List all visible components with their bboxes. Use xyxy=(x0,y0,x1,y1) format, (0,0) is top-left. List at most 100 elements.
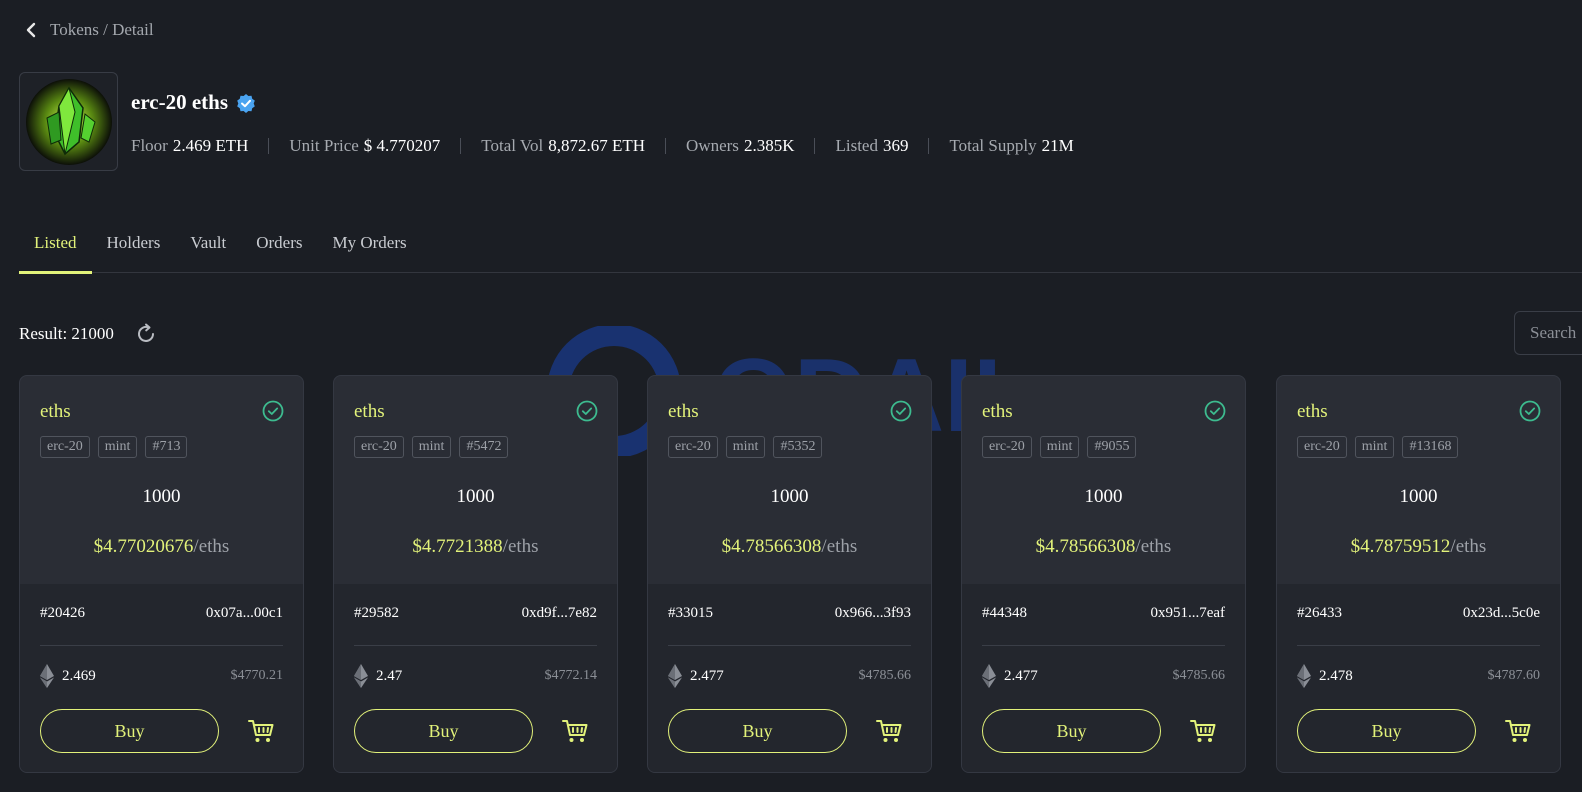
card-header: eths erc-20 mint #9055 1000 $4.78566308/… xyxy=(962,376,1245,584)
card-footer: #26433 0x23d...5c0e 2.478 $4787.60 Buy xyxy=(1277,584,1560,772)
card-token-name: eths xyxy=(354,401,385,422)
card-price-row: 2.469 $4770.21 xyxy=(40,664,283,688)
card-amount: 1000 xyxy=(456,486,495,507)
result-count: Result: 21000 xyxy=(19,324,114,343)
card-meta: #26433 0x23d...5c0e xyxy=(1297,605,1540,622)
tag-standard: erc-20 xyxy=(668,436,718,458)
unit-price-suffix: /eths xyxy=(1450,536,1487,557)
tag-op: mint xyxy=(1039,436,1080,458)
ethereum-icon xyxy=(354,664,368,688)
card-price-row: 2.477 $4785.66 xyxy=(982,664,1225,688)
tag-number: #713 xyxy=(145,436,188,458)
card-footer: #44348 0x951...7eaf 2.477 $4785.66 Buy xyxy=(962,584,1245,772)
divider xyxy=(668,645,911,646)
divider xyxy=(665,138,667,154)
buy-button[interactable]: Buy xyxy=(982,709,1161,753)
card-amount: 1000 xyxy=(142,486,181,507)
card-usd-price: $4785.66 xyxy=(858,668,912,683)
card-footer: #29582 0xd9f...7e82 2.47 $4772.14 Buy xyxy=(334,584,617,772)
card-tags: erc-20 mint #9055 xyxy=(982,436,1137,458)
card-unit-price: $4.7721388/eths xyxy=(334,536,617,558)
tab-holders[interactable]: Holders xyxy=(92,225,176,273)
card-usd-price: $4787.60 xyxy=(1487,668,1541,683)
stat-listed: Listed 369 xyxy=(835,136,909,155)
eth-amount: 2.477 xyxy=(690,667,724,684)
tab-orders[interactable]: Orders xyxy=(241,225,317,273)
unit-price-suffix: /eths xyxy=(821,536,858,557)
card-header: eths erc-20 mint #5352 1000 $4.78566308/… xyxy=(648,376,931,584)
tag-standard: erc-20 xyxy=(1297,436,1347,458)
card-amount: 1000 xyxy=(770,486,809,507)
buy-button[interactable]: Buy xyxy=(1297,709,1476,753)
card-token-name: eths xyxy=(982,401,1013,422)
tab-my-orders[interactable]: My Orders xyxy=(317,225,421,273)
stat-total-supply: Total Supply 21M xyxy=(949,136,1074,155)
divider xyxy=(928,138,930,154)
card-amount: 1000 xyxy=(1399,486,1438,507)
card-address[interactable]: 0x07a...00c1 xyxy=(206,605,283,622)
card-id: #26433 xyxy=(1297,605,1342,621)
listing-card[interactable]: eths erc-20 mint #5352 1000 $4.78566308/… xyxy=(647,375,932,773)
token-logo xyxy=(19,72,118,171)
divider xyxy=(814,138,816,154)
card-address[interactable]: 0x951...7eaf xyxy=(1150,605,1225,622)
stat-floor: Floor 2.469 ETH xyxy=(131,136,249,155)
card-price-row: 2.478 $4787.60 xyxy=(1297,664,1540,688)
card-tags: erc-20 mint #5352 xyxy=(668,436,823,458)
cart-icon[interactable] xyxy=(1504,717,1532,745)
card-unit-price: $4.78566308/eths xyxy=(962,536,1245,558)
card-id: #44348 xyxy=(982,605,1027,621)
divider xyxy=(268,138,270,154)
card-usd-price: $4785.66 xyxy=(1172,668,1226,683)
card-token-name: eths xyxy=(40,401,71,422)
buy-button[interactable]: Buy xyxy=(668,709,847,753)
divider xyxy=(354,645,597,646)
card-address[interactable]: 0x966...3f93 xyxy=(835,605,911,622)
tag-number: #9055 xyxy=(1087,436,1137,458)
cart-icon[interactable] xyxy=(561,717,589,745)
card-address[interactable]: 0xd9f...7e82 xyxy=(522,605,597,622)
card-usd-price: $4772.14 xyxy=(544,668,598,683)
eth-amount: 2.477 xyxy=(1004,667,1038,684)
ethereum-icon xyxy=(1297,664,1311,688)
tag-standard: erc-20 xyxy=(40,436,90,458)
token-header: erc-20 eths Floor 2.469 ETH Unit Price $ 4… xyxy=(19,72,1074,171)
eth-amount: 2.469 xyxy=(62,667,96,684)
card-address[interactable]: 0x23d...5c0e xyxy=(1463,605,1540,622)
tag-number: #5472 xyxy=(459,436,509,458)
search-input[interactable] xyxy=(1514,311,1582,355)
card-meta: #29582 0xd9f...7e82 xyxy=(354,605,597,622)
card-tags: erc-20 mint #5472 xyxy=(354,436,509,458)
listing-card[interactable]: eths erc-20 mint #713 1000 $4.77020676/e… xyxy=(19,375,304,773)
card-unit-price: $4.77020676/eths xyxy=(20,536,303,558)
divider xyxy=(982,645,1225,646)
tag-op: mint xyxy=(411,436,452,458)
result-bar: Result: 21000 xyxy=(19,322,158,346)
listing-card[interactable]: eths erc-20 mint #9055 1000 $4.78566308/… xyxy=(961,375,1246,773)
unit-price-value: $4.78566308 xyxy=(1035,536,1136,557)
card-usd-price: $4770.21 xyxy=(230,668,284,683)
check-circle-icon xyxy=(576,400,598,422)
buy-button[interactable]: Buy xyxy=(40,709,219,753)
tab-vault[interactable]: Vault xyxy=(175,225,241,273)
card-eth-price: 2.477 xyxy=(982,664,1038,688)
unit-price-value: $4.77020676 xyxy=(93,536,194,557)
tab-listed[interactable]: Listed xyxy=(19,225,92,274)
tag-op: mint xyxy=(1354,436,1395,458)
tab-bar: Listed Holders Vault Orders My Orders xyxy=(19,225,1582,274)
card-price-row: 2.477 $4785.66 xyxy=(668,664,911,688)
unit-price-value: $4.78759512 xyxy=(1350,536,1451,557)
listing-card[interactable]: eths erc-20 mint #13168 1000 $4.78759512… xyxy=(1276,375,1561,773)
cart-icon[interactable] xyxy=(247,717,275,745)
card-header: eths erc-20 mint #13168 1000 $4.78759512… xyxy=(1277,376,1560,584)
card-eth-price: 2.469 xyxy=(40,664,96,688)
cart-icon[interactable] xyxy=(1189,717,1217,745)
breadcrumb[interactable]: Tokens / Detail xyxy=(22,20,154,40)
buy-button[interactable]: Buy xyxy=(354,709,533,753)
card-meta: #33015 0x966...3f93 xyxy=(668,605,911,622)
chevron-left-icon xyxy=(26,22,36,38)
cart-icon[interactable] xyxy=(875,717,903,745)
listing-card[interactable]: eths erc-20 mint #5472 1000 $4.7721388/e… xyxy=(333,375,618,773)
refresh-icon[interactable] xyxy=(134,322,158,346)
tag-op: mint xyxy=(97,436,138,458)
